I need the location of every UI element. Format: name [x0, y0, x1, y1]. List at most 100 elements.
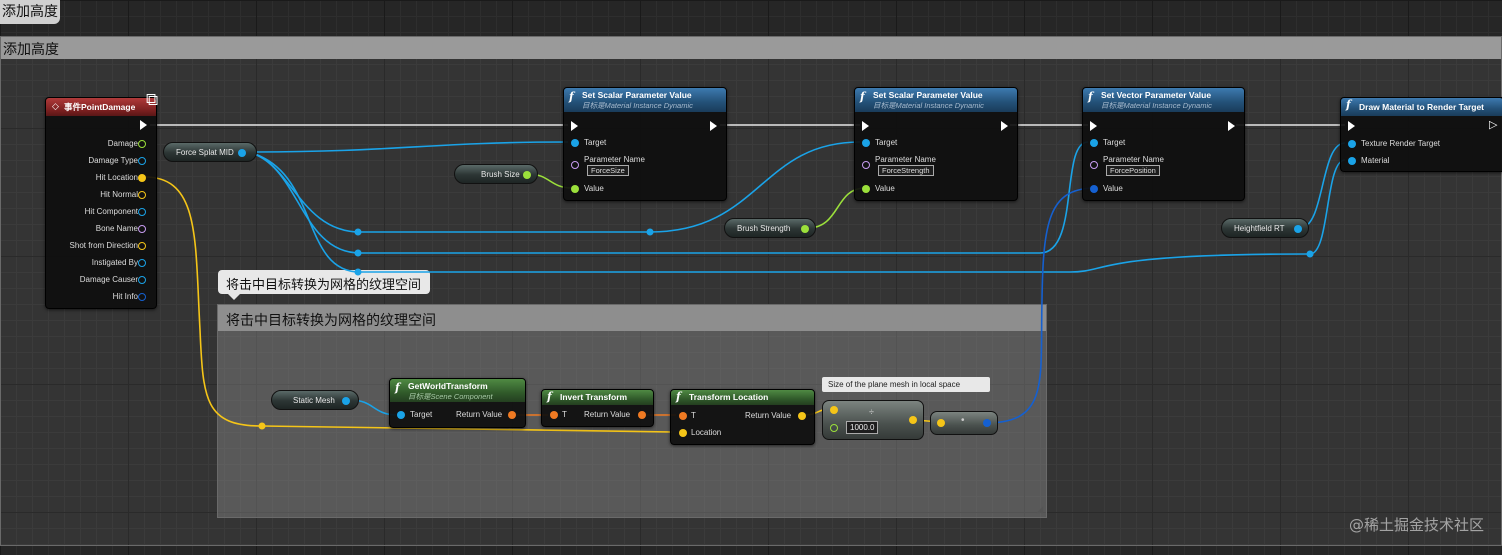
make-vector-in-pin[interactable]: [937, 419, 945, 427]
target-label: Target: [875, 138, 898, 147]
heightfield-rt-variable[interactable]: Heightfield RT: [1221, 218, 1309, 238]
reroute-dot: [258, 422, 266, 430]
brush-strength-out-pin[interactable]: [801, 225, 809, 233]
draw-material-title: Draw Material to Render Target: [1359, 102, 1485, 112]
brush-strength-variable[interactable]: Brush Strength: [724, 218, 816, 238]
make-vector-out-pin[interactable]: [983, 419, 991, 427]
set-scalar-param-node-2[interactable]: f Set Scalar Parameter Value 目标是Material…: [854, 87, 1018, 201]
event-pin[interactable]: [138, 259, 146, 267]
param-name-input[interactable]: ForceStrength: [878, 165, 934, 176]
set-scalar-1-title: Set Scalar Parameter Value: [582, 90, 692, 100]
exec-in-pin[interactable]: [1348, 121, 1355, 131]
target-pin[interactable]: [1090, 139, 1098, 147]
function-icon: f: [1088, 90, 1093, 103]
value-label: Value: [1103, 184, 1123, 193]
exec-in-pin[interactable]: [1090, 121, 1097, 131]
event-node-header[interactable]: ◇ 事件PointDamage: [46, 98, 156, 116]
location-pin[interactable]: [679, 429, 687, 437]
param-name-input[interactable]: ForcePosition: [1106, 165, 1160, 176]
exec-out-pin[interactable]: [1228, 121, 1235, 131]
draw-material-header[interactable]: f Draw Material to Render Target: [1341, 98, 1502, 116]
get-world-transform-node[interactable]: f GetWorldTransform 目标是Scene Component T…: [389, 378, 526, 428]
t-pin[interactable]: [550, 411, 558, 419]
event-point-damage-node[interactable]: ◇ 事件PointDamage ⧉ Damage Damage Type Hit L…: [45, 90, 158, 309]
blueprint-graph-canvas[interactable]: 添加高度 添加高度 将击中目标转换为网格的纹理空间 将击中目标转换为网格的纹理空…: [0, 0, 1502, 555]
event-pin[interactable]: [138, 157, 146, 165]
get-world-transform-title: GetWorldTransform: [408, 381, 488, 391]
event-exec-out-pin[interactable]: [140, 120, 147, 130]
get-world-transform-header[interactable]: f GetWorldTransform 目标是Scene Component: [390, 379, 525, 402]
event-pin[interactable]: [138, 191, 146, 199]
set-scalar-param-node-1[interactable]: f Set Scalar Parameter Value 目标是Material…: [563, 87, 727, 201]
object-wire-heightfield: [1299, 142, 1346, 229]
divide-b-value-input[interactable]: 1000.0: [846, 421, 879, 434]
param-name-pin[interactable]: [862, 161, 870, 169]
return-value-pin[interactable]: [798, 412, 806, 420]
target-pin[interactable]: [862, 139, 870, 147]
brush-size-out-pin[interactable]: [523, 171, 531, 179]
event-pin[interactable]: [138, 208, 146, 216]
param-name-pin[interactable]: [1090, 161, 1098, 169]
param-name-pin[interactable]: [571, 161, 579, 169]
invert-transform-title: Invert Transform: [560, 392, 628, 402]
return-value-pin[interactable]: [508, 411, 516, 419]
set-vector-param-node[interactable]: f Set Vector Parameter Value 目标是Material…: [1082, 87, 1245, 201]
get-world-transform-subtitle: 目标是Scene Component: [408, 392, 493, 401]
set-vector-header[interactable]: f Set Vector Parameter Value 目标是Material…: [1083, 88, 1244, 112]
make-vector-node[interactable]: •: [930, 411, 998, 435]
value-pin[interactable]: [571, 185, 579, 193]
set-scalar-1-header[interactable]: f Set Scalar Parameter Value 目标是Material…: [564, 88, 726, 112]
divide-a-pin[interactable]: [830, 406, 838, 414]
value-pin[interactable]: [862, 185, 870, 193]
event-pin[interactable]: [138, 174, 146, 182]
divide-node[interactable]: ÷ 1000.0: [822, 400, 924, 440]
static-mesh-out-pin[interactable]: [342, 397, 350, 405]
event-pin[interactable]: [138, 276, 146, 284]
function-icon: f: [1346, 98, 1351, 111]
divide-b-pin[interactable]: [830, 424, 838, 432]
function-icon: f: [860, 90, 865, 103]
param-name-label: Parameter Name: [1103, 155, 1164, 164]
location-label: Location: [691, 428, 722, 437]
exec-out-pin[interactable]: [1001, 121, 1008, 131]
function-icon: f: [547, 390, 552, 403]
force-splat-mid-out-pin[interactable]: [238, 149, 246, 157]
return-value-pin[interactable]: [638, 411, 646, 419]
divide-operator-icon: ÷: [869, 407, 874, 417]
static-mesh-variable[interactable]: Static Mesh: [271, 390, 359, 410]
divide-tooltip: Size of the plane mesh in local space: [822, 377, 990, 392]
material-pin[interactable]: [1348, 157, 1356, 165]
return-value-label: Return Value: [584, 410, 631, 419]
event-pin[interactable]: [138, 140, 146, 148]
set-scalar-2-title: Set Scalar Parameter Value: [873, 90, 983, 100]
material-label: Material: [1361, 156, 1390, 165]
transform-location-node[interactable]: f Transform Location T Return Value Loca…: [670, 389, 815, 445]
event-pin[interactable]: [138, 242, 146, 250]
brush-size-variable[interactable]: Brush Size: [454, 164, 538, 184]
value-pin[interactable]: [1090, 185, 1098, 193]
param-name-input[interactable]: ForceSize: [587, 165, 629, 176]
event-pin[interactable]: [138, 293, 146, 301]
target-pin[interactable]: [571, 139, 579, 147]
exec-out-pin[interactable]: [710, 121, 717, 131]
exec-in-pin[interactable]: [862, 121, 869, 131]
texture-rt-pin[interactable]: [1348, 140, 1356, 148]
target-pin[interactable]: [397, 411, 405, 419]
set-scalar-2-header[interactable]: f Set Scalar Parameter Value 目标是Material…: [855, 88, 1017, 112]
event-pin[interactable]: [138, 225, 146, 233]
static-mesh-label: Static Mesh: [293, 396, 335, 405]
draw-material-node[interactable]: f Draw Material to Render Target ▷ Textu…: [1340, 97, 1502, 172]
return-value-label: Return Value: [456, 410, 503, 419]
t-pin[interactable]: [679, 412, 687, 420]
invert-transform-header[interactable]: f Invert Transform: [542, 390, 653, 405]
exec-in-pin[interactable]: [571, 121, 578, 131]
object-wire-to-target-1: [247, 141, 569, 153]
transform-location-header[interactable]: f Transform Location: [671, 390, 814, 405]
event-pin-label: Damage Causer: [79, 275, 138, 284]
value-label: Value: [584, 184, 604, 193]
heightfield-rt-out-pin[interactable]: [1294, 225, 1302, 233]
invert-transform-node[interactable]: f Invert Transform T Return Value: [541, 389, 654, 427]
divide-out-pin[interactable]: [909, 416, 917, 424]
exec-out-hollow-icon[interactable]: ▷: [1489, 118, 1497, 131]
force-splat-mid-variable[interactable]: Force Splat MID: [163, 142, 257, 162]
